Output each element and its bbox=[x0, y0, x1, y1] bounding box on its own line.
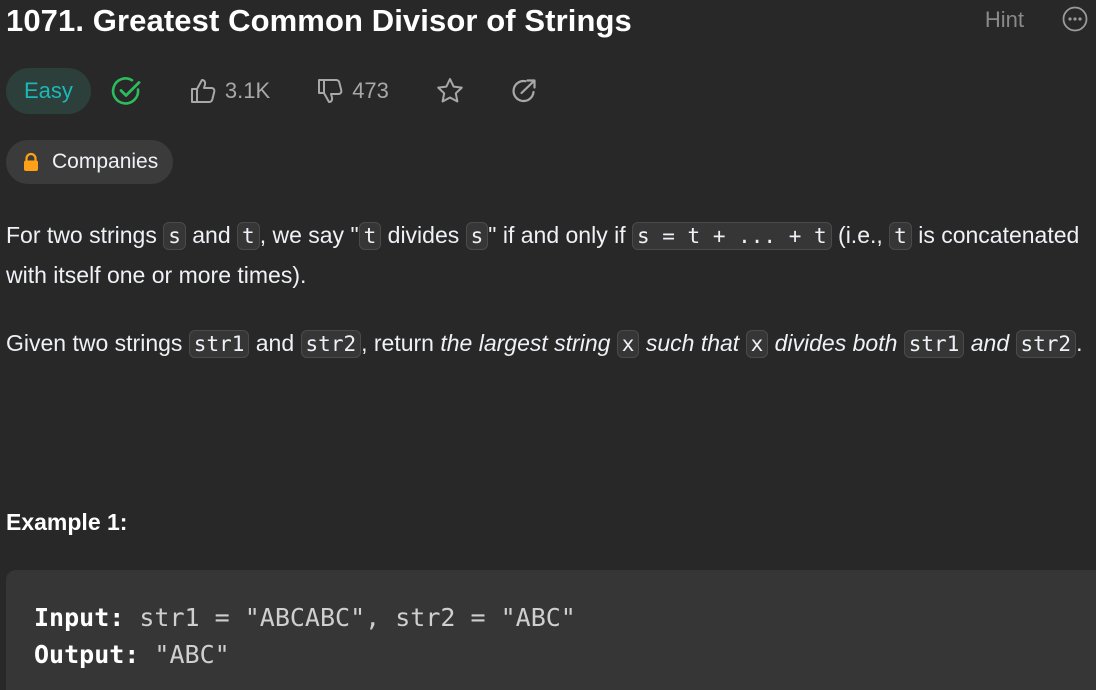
favorite-button[interactable] bbox=[435, 76, 465, 106]
example-input-line: Input: str1 = "ABCABC", str2 = "ABC" bbox=[34, 600, 576, 636]
companies-label: Companies bbox=[52, 150, 159, 173]
example-code-block: Input: str1 = "ABCABC", str2 = "ABC" Out… bbox=[6, 570, 1096, 690]
input-value: str1 = "ABCABC", str2 = "ABC" bbox=[124, 603, 576, 632]
output-label: Output: bbox=[34, 640, 140, 669]
problem-title: 1071. Greatest Common Divisor of Strings bbox=[6, 3, 632, 38]
inline-code: str1 bbox=[188, 330, 250, 358]
solved-check-icon bbox=[111, 75, 143, 107]
thumbs-up-icon bbox=[190, 79, 216, 103]
example-output-line: Output: "ABC" bbox=[34, 637, 230, 673]
dislike-count: 473 bbox=[352, 78, 389, 103]
more-icon[interactable] bbox=[1062, 6, 1088, 32]
share-icon bbox=[512, 79, 536, 103]
inline-code: x bbox=[745, 330, 769, 358]
thumbs-down-icon bbox=[318, 79, 343, 103]
problem-page: 1071. Greatest Common Divisor of Strings… bbox=[0, 0, 1096, 690]
inline-code: s bbox=[163, 222, 186, 250]
star-icon bbox=[437, 78, 463, 103]
difficulty-badge: Easy bbox=[6, 68, 91, 114]
inline-code: t bbox=[358, 222, 382, 250]
inline-code: s = t + ... + t bbox=[631, 222, 832, 250]
inline-code: t bbox=[889, 222, 912, 250]
problem-meta-row: Easy 3.1K 473 bbox=[6, 68, 539, 114]
example-title: Example 1: bbox=[6, 509, 128, 535]
inline-code: str2 bbox=[1015, 330, 1077, 358]
inline-code: x bbox=[616, 330, 640, 358]
companies-tag[interactable]: Companies bbox=[6, 140, 174, 184]
inline-code: str1 bbox=[903, 330, 965, 358]
output-value: "ABC" bbox=[139, 640, 230, 669]
description-paragraph-1: For two strings s and t, we say " t divid… bbox=[6, 222, 1080, 288]
like-button[interactable]: 3.1K bbox=[189, 77, 270, 105]
inline-code: t bbox=[237, 222, 260, 250]
hint-button[interactable]: Hint bbox=[985, 6, 1024, 34]
inline-code: s bbox=[465, 222, 489, 250]
input-label: Input: bbox=[34, 603, 125, 632]
lock-icon bbox=[22, 152, 40, 172]
inline-code: str2 bbox=[300, 330, 362, 358]
share-button[interactable] bbox=[509, 76, 539, 106]
dislike-button[interactable]: 473 bbox=[316, 77, 389, 105]
like-count: 3.1K bbox=[224, 78, 271, 103]
description-paragraph-2: Given two strings str1 and str2, return … bbox=[6, 330, 1083, 358]
